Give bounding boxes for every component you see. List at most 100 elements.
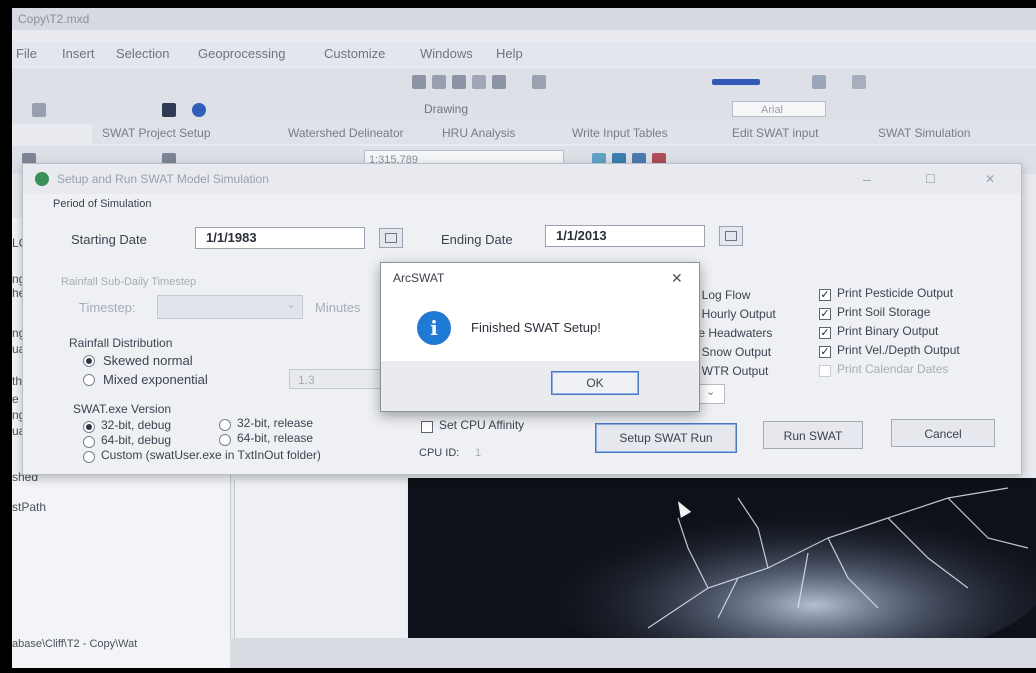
- calendar-icon: [385, 233, 397, 243]
- globe-icon[interactable]: [192, 103, 206, 117]
- exe-64-debug-radio[interactable]: [83, 436, 95, 448]
- ok-button[interactable]: OK: [551, 371, 639, 395]
- distribution-label: Rainfall Distribution: [69, 336, 173, 350]
- toolbar-drawing: Drawing Arial: [12, 96, 1036, 124]
- message-close-icon[interactable]: ✕: [671, 263, 683, 293]
- exe-32-debug-radio[interactable]: [83, 421, 95, 433]
- tool-icon[interactable]: [412, 75, 426, 89]
- cpu-affinity-label: Set CPU Affinity: [439, 418, 525, 432]
- info-icon: i: [417, 311, 451, 345]
- print-vel-depth-checkbox[interactable]: ✓: [819, 346, 831, 358]
- timestep-dropdown[interactable]: ⌄: [157, 295, 303, 319]
- skewed-normal-radio[interactable]: [83, 355, 95, 367]
- print-calendar-dates-label: Print Calendar Dates: [837, 362, 949, 376]
- print-calendar-dates-checkbox[interactable]: [819, 365, 831, 377]
- tool-icon[interactable]: [452, 75, 466, 89]
- exe-32-release-label: 32-bit, release: [237, 416, 314, 430]
- arcswat-logo-icon: [35, 172, 49, 186]
- cpu-id-label: CPU ID:: [419, 447, 460, 459]
- end-calendar-button[interactable]: [719, 226, 743, 246]
- message-text: Finished SWAT Setup!: [471, 320, 601, 335]
- font-dropdown[interactable]: Arial: [732, 101, 826, 117]
- dialog-title: Setup and Run SWAT Model Simulation: [57, 172, 269, 186]
- toc-path: abase\Cliff\T2 - Copy\Wat: [12, 638, 138, 650]
- calendar-icon: [725, 231, 737, 241]
- mixed-exponential-label: Mixed exponential: [103, 372, 208, 387]
- message-titlebar: ArcSWAT ✕: [381, 263, 699, 293]
- print-pesticide-label: Print Pesticide Output: [837, 286, 954, 300]
- chevron-down-icon: ⌄: [286, 299, 296, 311]
- pointer-tool-icon[interactable]: [162, 103, 176, 117]
- exe-custom-label: Custom (swatUser.exe in TxtInOut folder): [101, 448, 321, 462]
- swat-simulation[interactable]: SWAT Simulation: [878, 122, 970, 144]
- exe-64-release-label: 64-bit, release: [237, 431, 314, 445]
- print-vel-depth-label: Print Vel./Depth Output: [837, 343, 960, 357]
- print-wtr-output-label: t WTR Output: [695, 364, 769, 378]
- cancel-button[interactable]: Cancel: [891, 419, 995, 447]
- toolbar-standard: [12, 68, 1036, 96]
- run-swat-button[interactable]: Run SWAT: [763, 421, 863, 449]
- menu-selection[interactable]: Selection: [116, 46, 169, 61]
- tool-icon[interactable]: [492, 75, 506, 89]
- start-date-label: Starting Date: [71, 232, 147, 247]
- message-title: ArcSWAT: [393, 271, 445, 285]
- tool-icon[interactable]: [432, 75, 446, 89]
- message-footer: OK: [381, 361, 699, 411]
- swat-project-setup[interactable]: SWAT Project Setup: [102, 122, 211, 144]
- chevron-down-icon: ⌄: [706, 386, 716, 398]
- menu-customize[interactable]: Customize: [324, 46, 385, 61]
- maximize-icon[interactable]: ☐: [925, 164, 936, 194]
- map-view[interactable]: [408, 478, 1036, 638]
- start-calendar-button[interactable]: [379, 228, 403, 248]
- exe-custom-radio[interactable]: [83, 451, 95, 463]
- print-binary-label: Print Binary Output: [837, 324, 939, 338]
- print-dropdown[interactable]: ⌄: [697, 384, 725, 404]
- close-icon[interactable]: ✕: [985, 164, 995, 194]
- exe-32-release-radio[interactable]: [219, 419, 231, 431]
- arcswat-message-box: ArcSWAT ✕ i Finished SWAT Setup! OK: [380, 262, 700, 412]
- toc-fragment: stPath: [12, 500, 47, 514]
- timestep-label: Timestep:: [79, 300, 136, 315]
- print-binary-checkbox[interactable]: ✓: [819, 327, 831, 339]
- status-bar: [230, 638, 1036, 668]
- color-swatch-icon[interactable]: [712, 79, 760, 85]
- dem-raster-image: [408, 478, 1036, 638]
- mixed-exponential-radio[interactable]: [83, 374, 95, 386]
- attribute-pane: [234, 480, 407, 638]
- tool-icon[interactable]: [532, 75, 546, 89]
- minimize-icon[interactable]: –: [863, 164, 871, 194]
- print-snow-output-label: t Snow Output: [695, 345, 772, 359]
- tool-icon[interactable]: [472, 75, 486, 89]
- mixed-exponent-input[interactable]: 1.3: [289, 369, 383, 389]
- dialog-titlebar: Setup and Run SWAT Model Simulation – ☐ …: [23, 164, 1021, 194]
- tool-icon[interactable]: [852, 75, 866, 89]
- cpu-affinity-checkbox[interactable]: [421, 421, 433, 433]
- setup-swat-run-button[interactable]: Setup SWAT Run: [595, 423, 737, 453]
- print-soil-storage-label: Print Soil Storage: [837, 305, 931, 319]
- exe-64-debug-label: 64-bit, debug: [101, 433, 172, 447]
- menu-insert[interactable]: Insert: [62, 46, 95, 61]
- print-soil-storage-checkbox[interactable]: ✓: [819, 308, 831, 320]
- rainfall-timestep-label: Rainfall Sub-Daily Timestep: [61, 276, 197, 288]
- menu-windows[interactable]: Windows: [420, 46, 473, 61]
- drawing-menu[interactable]: Drawing: [424, 102, 468, 116]
- menu-file[interactable]: File: [16, 46, 37, 61]
- menu-help[interactable]: Help: [496, 46, 523, 61]
- print-hourly-output-label: t Hourly Output: [695, 307, 776, 321]
- end-date-input[interactable]: 1/1/2013: [545, 225, 705, 247]
- start-date-input[interactable]: 1/1/1983: [195, 227, 365, 249]
- exe-32-debug-label: 32-bit, debug: [101, 418, 172, 432]
- print-log-flow-label: t Log Flow: [695, 288, 751, 302]
- toc-fragment: e: [12, 392, 19, 406]
- print-pesticide-checkbox[interactable]: ✓: [819, 289, 831, 301]
- swat-hru-analysis[interactable]: HRU Analysis: [442, 122, 515, 144]
- route-headwaters-label: te Headwaters: [695, 326, 773, 340]
- menu-geoprocessing[interactable]: Geoprocessing: [198, 46, 285, 61]
- swat-write-input-tables[interactable]: Write Input Tables: [572, 122, 668, 144]
- end-date-label: Ending Date: [441, 232, 513, 247]
- swat-watershed-delineator[interactable]: Watershed Delineator: [288, 122, 404, 144]
- exe-64-release-radio[interactable]: [219, 434, 231, 446]
- tool-icon[interactable]: [812, 75, 826, 89]
- swat-edit-input[interactable]: Edit SWAT input: [732, 122, 818, 144]
- tool-icon[interactable]: [32, 103, 46, 117]
